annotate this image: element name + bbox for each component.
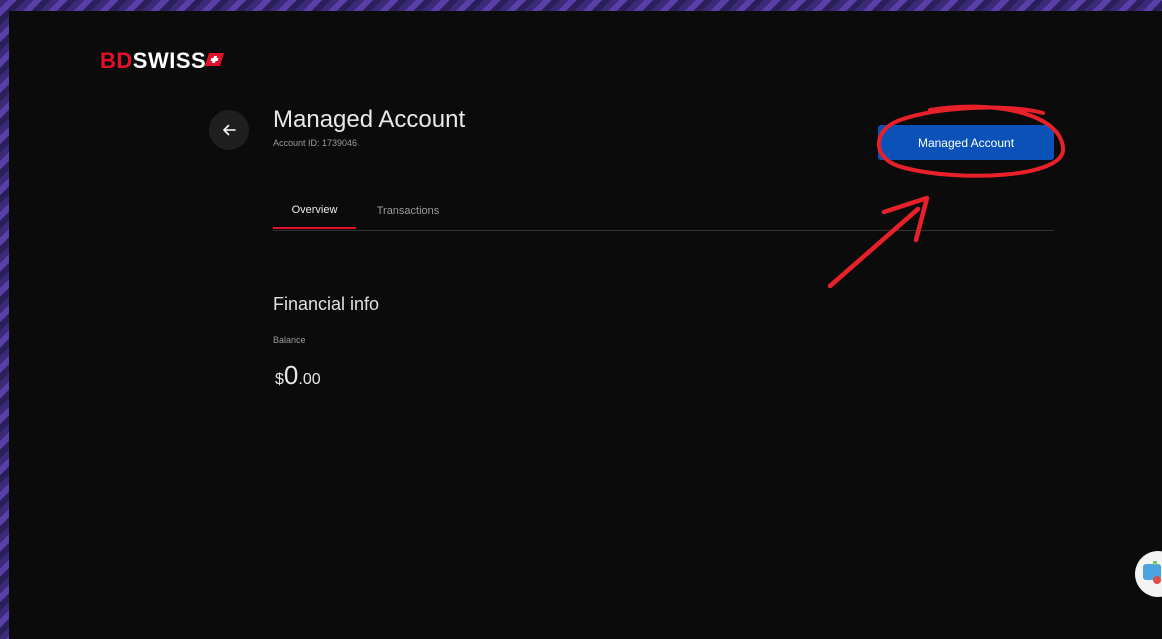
balance-value: $0.00: [275, 360, 321, 391]
managed-account-button[interactable]: Managed Account: [878, 125, 1054, 160]
financial-info-title: Financial info: [273, 294, 380, 314]
balance-integer: 0: [283, 360, 299, 390]
tab-transactions[interactable]: Transactions: [356, 192, 460, 229]
balance-label: Balance: [273, 335, 306, 345]
floating-widget-button[interactable]: [1135, 551, 1162, 597]
arrow-left-icon: [223, 124, 236, 136]
balance-decimal: .00: [298, 371, 321, 388]
account-id: Account ID: 1739046: [273, 138, 358, 148]
app-window: BDSWISS Managed Account Account ID: 1739…: [9, 11, 1162, 639]
app-launcher-icon: [1143, 561, 1161, 584]
back-button[interactable]: [209, 110, 249, 150]
logo-text-bd: BD: [100, 48, 133, 73]
tab-overview[interactable]: Overview: [273, 192, 356, 229]
swiss-flag-icon: [205, 53, 225, 66]
balance-currency: $: [275, 371, 284, 388]
page-title: Managed Account: [273, 106, 466, 133]
tab-bar: Overview Transactions: [273, 192, 1054, 231]
logo-text-swiss: SWISS: [132, 48, 207, 73]
bdswiss-logo[interactable]: BDSWISS: [100, 48, 225, 74]
